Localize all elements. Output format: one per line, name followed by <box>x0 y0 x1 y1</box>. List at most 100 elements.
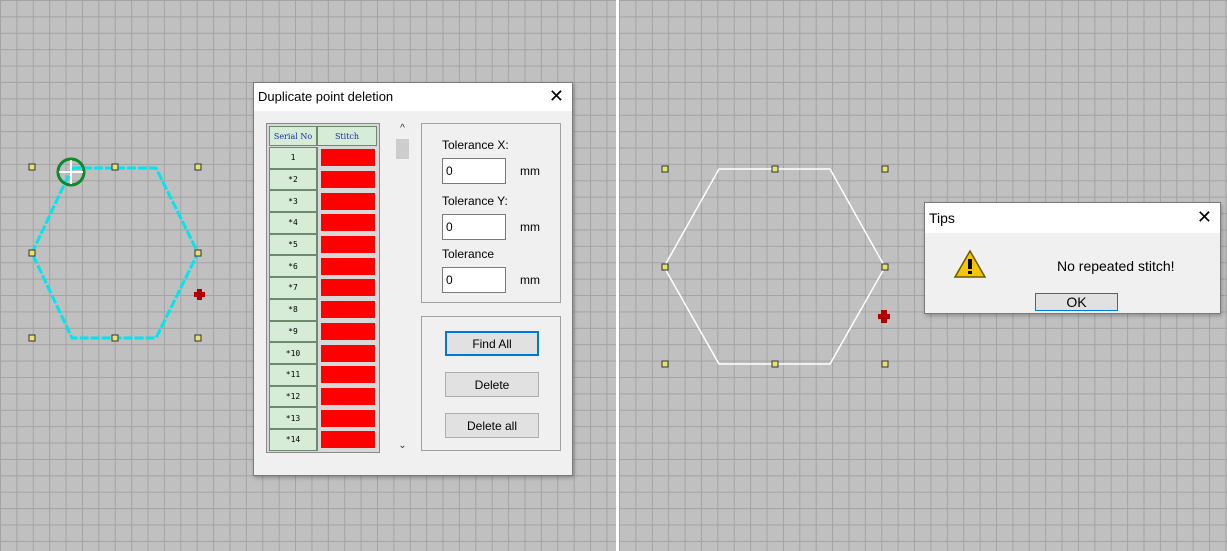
handle-bottom-left[interactable] <box>661 360 669 368</box>
warning-icon <box>953 249 987 278</box>
hexagon-shape-selected[interactable] <box>30 166 200 340</box>
stitch-color-swatch <box>320 301 375 319</box>
find-all-button[interactable]: Find All <box>445 331 539 356</box>
stitch-color-swatch <box>320 236 375 254</box>
handle-bottom-right[interactable] <box>881 360 889 368</box>
serial-no-cell: *11 <box>269 363 317 386</box>
stitch-color-swatch <box>320 387 375 405</box>
stitch-color-swatch <box>320 257 375 275</box>
stitch-list-row[interactable]: *10 <box>269 342 377 364</box>
tolerance-y-input[interactable] <box>442 214 506 240</box>
stitch-cell <box>317 363 377 386</box>
close-icon[interactable]: ✕ <box>549 86 564 106</box>
stitch-list-row[interactable]: *3 <box>269 190 377 213</box>
tolerance-x-label: Tolerance X: <box>442 138 509 152</box>
stitch-list-row[interactable]: *13 <box>269 407 377 429</box>
stitch-list-row[interactable]: *9 <box>269 320 377 343</box>
serial-no-cell: *12 <box>269 385 317 408</box>
stitch-cell <box>317 190 377 213</box>
stitch-list-row[interactable]: *2 <box>269 168 377 191</box>
close-icon[interactable]: ✕ <box>1197 207 1212 227</box>
column-header-stitch: Stitch <box>317 126 377 146</box>
stitch-cell <box>317 385 377 408</box>
stitch-color-swatch <box>320 344 375 362</box>
delete-all-button[interactable]: Delete all <box>445 413 539 438</box>
tolerance-label: Tolerance <box>442 247 495 261</box>
handle-bottom-right[interactable] <box>194 334 202 342</box>
serial-no-cell: *9 <box>269 320 317 343</box>
tolerance-y-unit: mm <box>520 220 540 234</box>
chevron-up-icon[interactable]: ^ <box>394 123 411 134</box>
handle-top-left[interactable] <box>661 165 669 173</box>
handle-top-right[interactable] <box>881 165 889 173</box>
selection-handles <box>661 165 889 368</box>
tips-dialog: Tips ✕ No repeated stitch! OK <box>924 202 1221 314</box>
stitch-cell <box>317 147 377 169</box>
serial-no-cell: *8 <box>269 298 317 321</box>
dialog-titlebar[interactable]: Duplicate point deletion ✕ <box>254 83 572 111</box>
stitch-list-row[interactable]: *6 <box>269 255 377 278</box>
chevron-down-icon[interactable]: ⌄ <box>394 440 411 451</box>
handle-top-right[interactable] <box>194 163 202 171</box>
stitch-color-swatch <box>320 322 375 340</box>
serial-no-cell: 1 <box>269 147 317 169</box>
stitch-list-row[interactable]: *7 <box>269 277 377 299</box>
handle-bottom-center[interactable] <box>111 334 119 342</box>
stitch-list-row[interactable]: 1 <box>269 147 377 169</box>
tolerance-unit: mm <box>520 273 540 287</box>
tips-titlebar[interactable]: Tips ✕ <box>925 203 1220 233</box>
tolerance-x-input[interactable] <box>442 158 506 184</box>
serial-no-cell: *10 <box>269 342 317 364</box>
handle-bottom-left[interactable] <box>28 334 36 342</box>
handle-top-center[interactable] <box>771 165 779 173</box>
tolerance-input[interactable] <box>442 267 506 293</box>
stitch-color-swatch <box>320 192 375 210</box>
stitch-cell <box>317 168 377 191</box>
handle-bottom-center[interactable] <box>771 360 779 368</box>
stitch-color-swatch <box>320 366 375 384</box>
crosshair-marker-icon <box>194 289 205 300</box>
delete-button[interactable]: Delete <box>445 372 539 397</box>
serial-no-cell: *13 <box>269 407 317 429</box>
stitch-cell <box>317 407 377 429</box>
serial-no-cell: *7 <box>269 277 317 299</box>
handle-middle-left[interactable] <box>28 249 36 257</box>
stitch-cell <box>317 212 377 234</box>
stitch-list-row[interactable]: *14 <box>269 428 377 451</box>
stitch-cell <box>317 342 377 364</box>
stitch-color-swatch <box>320 171 375 189</box>
hexagon-shape[interactable] <box>663 168 886 365</box>
stitch-list-body: 1 *2 *3 *4 *5 *6 *7 *8 *9 *10 *11 *12 *13 *14 <box>269 147 377 451</box>
handle-top-left[interactable] <box>28 163 36 171</box>
tolerance-y-label: Tolerance Y: <box>442 194 508 208</box>
stitch-cell <box>317 255 377 278</box>
duplicate-point-deletion-dialog: Duplicate point deletion ✕ Serial No Sti… <box>253 82 573 476</box>
stitch-list-row[interactable]: *8 <box>269 298 377 321</box>
handle-middle-left[interactable] <box>661 263 669 271</box>
tips-message: No repeated stitch! <box>1057 258 1175 274</box>
tips-title: Tips <box>929 210 955 226</box>
stitch-list-scrollbar[interactable]: ^ ⌄ <box>394 123 411 451</box>
serial-no-cell: *14 <box>269 428 317 451</box>
stitch-list-row[interactable]: *11 <box>269 363 377 386</box>
serial-no-cell: *6 <box>269 255 317 278</box>
stitch-list-row[interactable]: *4 <box>269 212 377 234</box>
crosshair-marker-icon <box>878 310 890 323</box>
handle-middle-right[interactable] <box>881 263 889 271</box>
stitch-list[interactable]: Serial No Stitch 1 *2 *3 *4 *5 *6 *7 *8 *9 *10 *11… <box>266 123 380 453</box>
scrollbar-thumb[interactable] <box>396 139 409 159</box>
stitch-cell <box>317 277 377 299</box>
stitch-cell <box>317 233 377 256</box>
stitch-color-swatch <box>320 409 375 427</box>
stitch-color-swatch <box>320 214 375 232</box>
handle-middle-right[interactable] <box>194 249 202 257</box>
stitch-color-swatch <box>320 431 375 449</box>
action-button-group: Find All Delete Delete all <box>421 316 561 451</box>
stitch-list-row[interactable]: *12 <box>269 385 377 408</box>
handle-top-center[interactable] <box>111 163 119 171</box>
stitch-list-header: Serial No Stitch <box>269 126 377 146</box>
ok-button[interactable]: OK <box>1035 293 1118 311</box>
start-point-icon[interactable] <box>56 157 86 187</box>
stitch-list-row[interactable]: *5 <box>269 233 377 256</box>
serial-no-cell: *5 <box>269 233 317 256</box>
